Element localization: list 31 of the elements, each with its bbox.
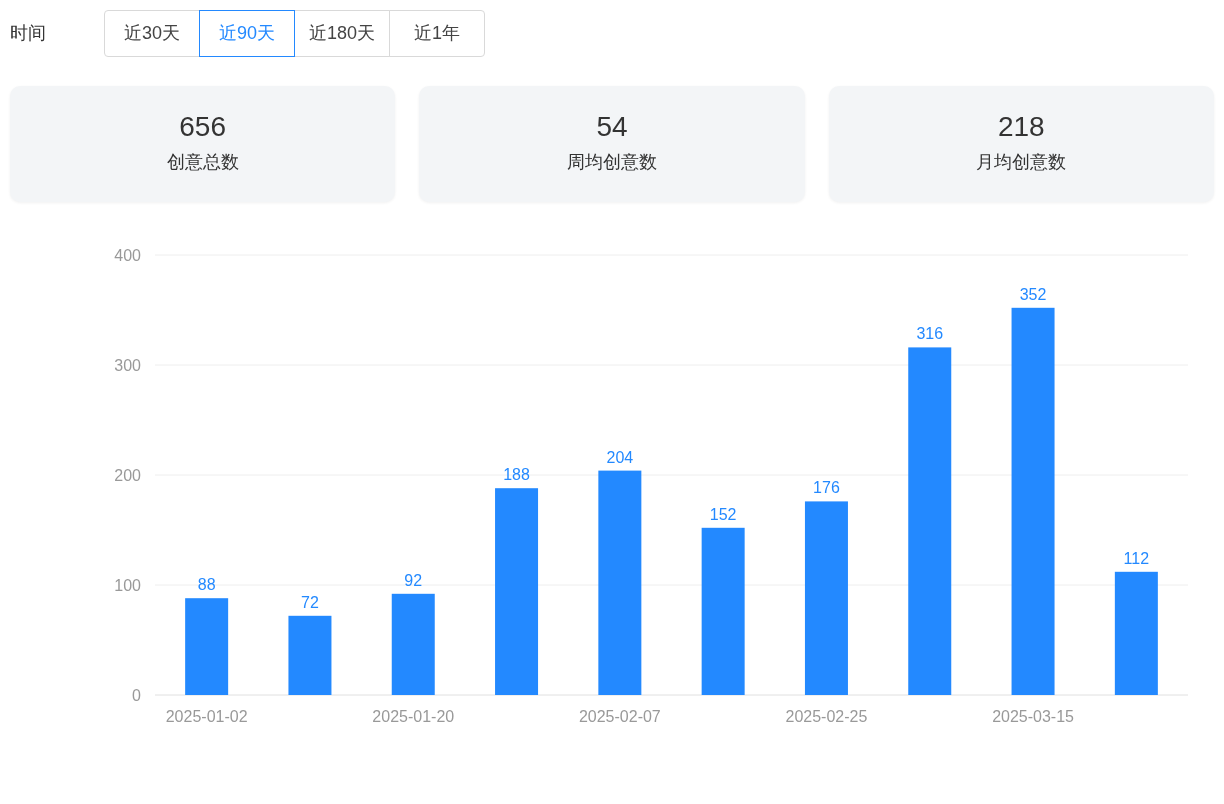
x-axis-label: 2025-01-20 [372,708,455,725]
time-range-tab[interactable]: 近90天 [199,10,295,57]
time-range-tab[interactable]: 近30天 [104,10,200,57]
stat-label: 月均创意数 [976,150,1067,174]
x-axis-label: 2025-02-25 [785,708,868,725]
x-axis-label: 2025-01-02 [165,708,248,725]
stat-label: 创意总数 [166,150,239,174]
stat-value: 656 [179,112,226,141]
stat-value: 218 [997,112,1045,141]
stat-value: 54 [596,112,628,141]
time-range-tab[interactable]: 近180天 [294,10,390,57]
bar-value-label: 204 [606,448,634,466]
bar-value-label: 176 [813,479,840,497]
y-axis-label: 100 [114,577,141,594]
bar-value-label: 112 [1123,549,1150,567]
y-axis-label: 300 [114,357,141,374]
filter-label: 时间 [10,22,46,45]
y-axis-label: 200 [114,467,141,484]
bar-value-label: 88 [197,576,216,594]
time-range-tab[interactable]: 近1年 [389,10,485,57]
stat-label: 周均创意数 [567,150,657,174]
x-axis-label: 2025-03-15 [992,708,1074,725]
bar-value-label: 92 [404,571,423,589]
bar-value-label: 188 [503,466,530,484]
bar-value-label: 72 [301,593,319,611]
x-axis-label: 2025-02-07 [578,708,661,725]
bar-value-label: 316 [916,325,944,343]
bar-value-label: 352 [1019,285,1047,303]
y-axis-label: 0 [132,687,141,704]
y-axis-label: 400 [114,247,141,264]
bar-value-label: 152 [709,505,737,523]
